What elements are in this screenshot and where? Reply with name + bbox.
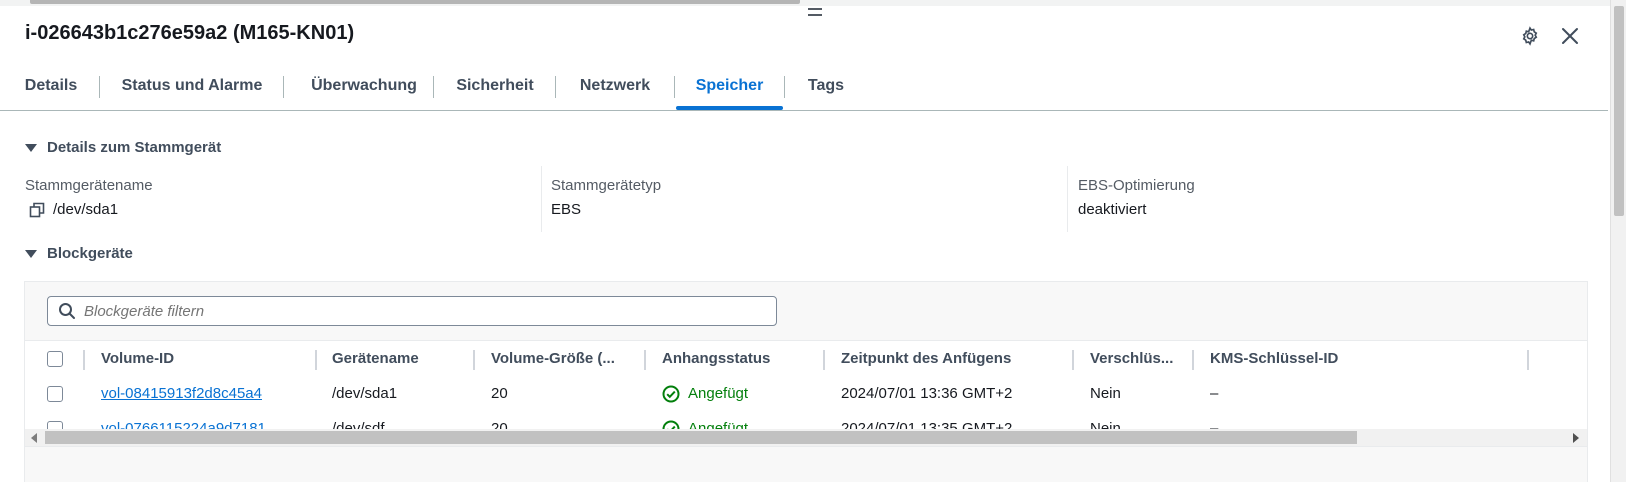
gear-icon <box>1522 26 1538 46</box>
section-title: Details zum Stammgerät <box>47 139 222 156</box>
table-header: Volume-ID Gerätename Volume-Größe (... A… <box>25 340 1587 377</box>
section-title: Blockgeräte <box>47 245 133 262</box>
top-scroll-thumb[interactable] <box>30 0 800 4</box>
root-device-name-label: Stammgerätename <box>25 177 153 194</box>
volume-id-link[interactable]: vol-08415913f2d8c45a4 <box>101 376 262 411</box>
column-header-encrypted[interactable]: Verschlüs... <box>1090 341 1190 376</box>
tab-divider <box>283 76 284 98</box>
attachment-status-cell: Angefügt <box>662 376 748 411</box>
horizontal-scroll-thumb[interactable] <box>45 431 1357 444</box>
settings-button[interactable] <box>1518 24 1542 48</box>
column-resizer[interactable] <box>1527 350 1529 370</box>
tab-divider <box>99 76 100 98</box>
tab-status-alarms[interactable]: Status und Alarme <box>112 62 272 110</box>
encrypted-cell: Nein <box>1090 385 1121 402</box>
attachment-status-text: Angefügt <box>688 385 749 402</box>
ebs-optimization-label: EBS-Optimierung <box>1078 177 1195 194</box>
column-header-attachment-status[interactable]: Anhangsstatus <box>662 341 812 376</box>
ebs-optimization-value: deaktiviert <box>1078 201 1147 218</box>
tab-monitoring[interactable]: Überwachung <box>296 62 432 110</box>
column-header-volume-size[interactable]: Volume-Größe (... <box>491 341 641 376</box>
column-resizer[interactable] <box>473 350 475 370</box>
tab-network[interactable]: Netzwerk <box>567 62 663 110</box>
tab-divider <box>674 76 675 98</box>
column-divider <box>1067 166 1068 232</box>
column-divider <box>541 166 542 232</box>
tab-security[interactable]: Sicherheit <box>444 62 546 110</box>
scroll-right-arrow-icon[interactable] <box>1573 433 1579 443</box>
select-all-checkbox[interactable] <box>47 351 63 367</box>
block-devices-section-toggle[interactable]: Blockgeräte <box>25 245 133 262</box>
column-header-attach-time[interactable]: Zeitpunkt des Anfügens <box>841 341 1061 376</box>
root-device-type-value: EBS <box>551 201 582 218</box>
vertical-scroll-thumb[interactable] <box>1614 6 1624 216</box>
block-devices-filter-input[interactable] <box>84 299 764 323</box>
tab-divider <box>555 76 556 98</box>
tab-bar: Details Status und Alarme Überwachung Si… <box>0 62 1608 111</box>
active-tab-indicator <box>676 106 783 110</box>
scroll-left-arrow-icon[interactable] <box>31 433 37 443</box>
close-icon <box>1562 28 1578 44</box>
caret-down-icon <box>25 249 37 258</box>
close-button[interactable] <box>1558 24 1582 48</box>
block-devices-table: Volume-ID Gerätename Volume-Größe (... A… <box>24 281 1588 482</box>
check-circle-icon <box>662 385 680 402</box>
tab-divider <box>784 76 785 98</box>
column-header-volume-id[interactable]: Volume-ID <box>101 341 301 376</box>
column-resizer[interactable] <box>1192 350 1194 370</box>
device-name-cell: /dev/sda1 <box>332 385 398 402</box>
column-resizer[interactable] <box>1072 350 1074 370</box>
attach-time-cell: 2024/07/01 13:36 GMT+2 <box>841 385 1013 402</box>
horizontal-scrollbar[interactable] <box>25 429 1587 446</box>
caret-down-icon <box>25 143 37 152</box>
table-row[interactable]: vol-08415913f2d8c45a4 /dev/sda1 20 Angef… <box>25 376 1587 412</box>
volume-size-cell: 20 <box>491 385 508 402</box>
drag-handle-icon[interactable] <box>808 8 822 18</box>
column-header-device-name[interactable]: Gerätename <box>332 341 472 376</box>
top-scroll-track <box>0 0 1610 6</box>
search-icon <box>59 303 75 319</box>
column-resizer[interactable] <box>644 350 646 370</box>
row-checkbox[interactable] <box>47 386 63 402</box>
root-device-name-value: /dev/sda1 <box>53 201 119 218</box>
panel-title: i-026643b1c276e59a2 (M165-KN01) <box>25 22 355 44</box>
root-device-section-toggle[interactable]: Details zum Stammgerät <box>25 139 221 156</box>
filter-box <box>47 296 777 326</box>
root-device-type-label: Stammgerätetyp <box>551 177 662 194</box>
tab-tags[interactable]: Tags <box>796 62 856 110</box>
tab-storage[interactable]: Speicher <box>676 62 783 110</box>
vertical-scrollbar[interactable] <box>1610 0 1626 482</box>
column-divider <box>83 350 85 370</box>
tab-details[interactable]: Details <box>14 62 88 110</box>
tab-divider <box>433 76 434 98</box>
kms-key-cell: – <box>1210 385 1219 402</box>
copy-icon[interactable] <box>29 202 45 218</box>
root-device-name: /dev/sda1 <box>29 201 118 218</box>
column-header-kms-key-id[interactable]: KMS-Schlüssel-ID <box>1210 341 1410 376</box>
column-resizer[interactable] <box>823 350 825 370</box>
column-resizer[interactable] <box>315 350 317 370</box>
